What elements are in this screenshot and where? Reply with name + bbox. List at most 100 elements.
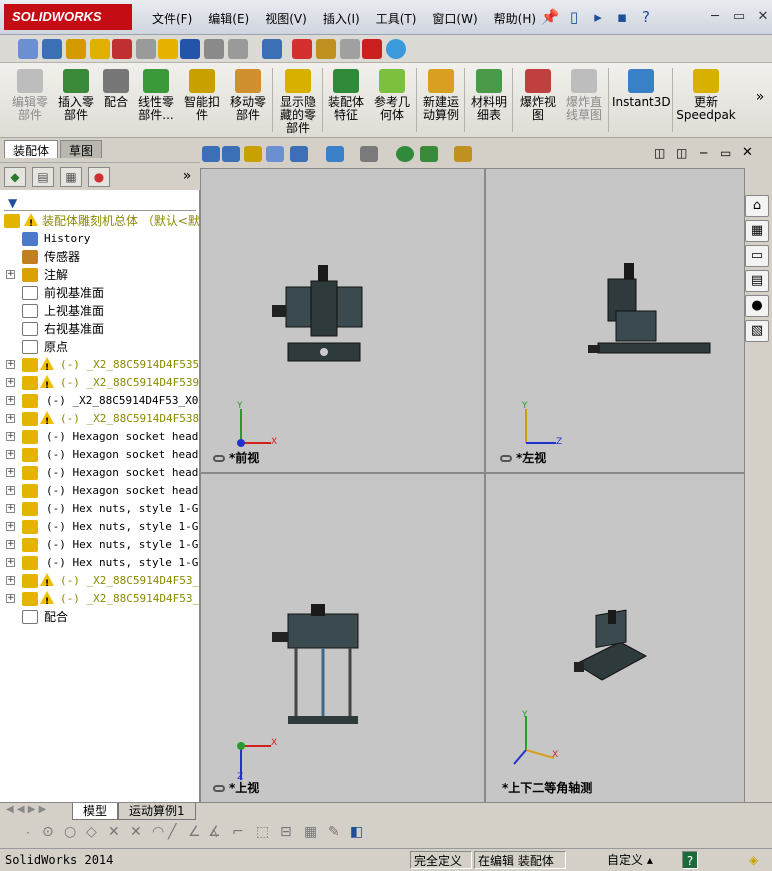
tree-node[interactable]: 传感器 — [0, 248, 199, 266]
tree-node[interactable]: + (-) _X2_88C5914D4F53_X0_Mo — [0, 392, 199, 410]
tab-sketch[interactable]: 草图 — [60, 140, 103, 158]
tree-node[interactable]: 配合 — [0, 608, 199, 626]
sum-icon[interactable] — [180, 39, 200, 59]
polygon-icon[interactable]: ◇ — [86, 824, 97, 840]
ok-icon[interactable] — [340, 39, 360, 59]
point-icon[interactable]: · — [26, 826, 30, 840]
viewport-isometric[interactable]: Y X *上下二等角轴测 — [485, 473, 745, 803]
expand-icon[interactable]: + — [6, 576, 15, 585]
measure-icon[interactable] — [42, 39, 62, 59]
tree-node[interactable]: + (-) Hexagon socket head ca — [0, 482, 199, 500]
dimension-icon[interactable]: ∠ — [188, 824, 201, 840]
check-icon[interactable] — [136, 39, 156, 59]
tree-node[interactable]: + (-) Hex nuts, style 1-Grad — [0, 518, 199, 536]
menu-view[interactable]: 视图(V) — [257, 8, 315, 29]
property-manager-icon[interactable]: ▤ — [32, 167, 54, 187]
x-icon[interactable]: ✕ — [130, 824, 142, 840]
tree-node[interactable]: + 注解 — [0, 266, 199, 284]
exploded-view-button[interactable]: 爆炸视图 — [516, 69, 560, 122]
expand-icon[interactable]: + — [6, 432, 15, 441]
assembly-features-button[interactable]: 装配体特征 — [326, 69, 366, 122]
hole-alignment-icon[interactable] — [262, 39, 282, 59]
more-commands-button[interactable]: » — [752, 90, 768, 104]
tree-node[interactable]: + (-) _X2_88C5914D4F539F9 — [0, 374, 199, 395]
tab-scroll-arrows[interactable]: ◀ ◀ ▶ ▶ — [6, 804, 46, 815]
expand-icon[interactable]: + — [6, 522, 15, 531]
linear-pattern-button[interactable]: 线性零部件... — [134, 69, 178, 122]
sketch-icon[interactable]: ◧ — [350, 824, 363, 840]
move-component-button[interactable]: 移动零部件 — [226, 69, 270, 122]
status-units-dropdown[interactable]: 自定义 ▴ — [604, 851, 672, 869]
bill-of-materials-button[interactable]: 材料明细表 — [468, 69, 510, 122]
menu-insert[interactable]: 插入(I) — [315, 8, 368, 29]
restore-icon[interactable]: ▭ — [730, 8, 748, 26]
configuration-manager-icon[interactable]: ▦ — [60, 167, 82, 187]
expand-icon[interactable]: + — [6, 396, 15, 405]
update-speedpak-button[interactable]: 更新Speedpak — [676, 69, 736, 122]
center-circle-icon[interactable]: ○ — [64, 824, 76, 840]
circle-icon[interactable]: ⊙ — [42, 824, 54, 840]
help-icon[interactable]: ? — [636, 7, 656, 27]
reference-geometry-button[interactable]: 参考几何体 — [370, 69, 414, 122]
tree-node[interactable]: + (-) Hex nuts, style 1-Grad — [0, 500, 199, 518]
expand-icon[interactable]: + — [6, 414, 15, 423]
arc-icon[interactable]: ◠ — [152, 824, 164, 840]
interference-icon[interactable] — [204, 39, 224, 59]
tree-node[interactable]: + (-) _X2_88C5914D4F53_X0 — [0, 590, 199, 611]
open-folder-icon[interactable]: ▸ — [588, 7, 608, 27]
expand-icon[interactable]: + — [6, 540, 15, 549]
menu-file[interactable]: 文件(F) — [144, 8, 200, 29]
tree-node[interactable]: 上视基准面 — [0, 302, 199, 320]
performance-icon[interactable] — [112, 39, 132, 59]
trim-icon[interactable]: ✕ — [108, 824, 120, 840]
tree-node[interactable]: + (-) _X2_88C5914D4F53_X0 — [0, 572, 199, 593]
save-icon[interactable]: ▪ — [612, 7, 632, 27]
menu-edit[interactable]: 编辑(E) — [200, 8, 257, 29]
insert-component-button[interactable]: 插入零部件 — [54, 69, 98, 122]
tree-node[interactable]: + (-) Hex nuts, style 1-Grad — [0, 536, 199, 554]
spelling-icon[interactable] — [18, 39, 38, 59]
custom-properties-icon[interactable]: ▧ — [745, 320, 769, 342]
tab-model[interactable]: 模型 — [72, 803, 119, 820]
angle-icon[interactable]: ∡ — [208, 824, 221, 840]
tree-node[interactable]: + (-) Hexagon socket head ca — [0, 464, 199, 482]
tree-node[interactable]: + (-) Hexagon socket head ca — [0, 446, 199, 464]
menu-tools[interactable]: 工具(T) — [368, 8, 425, 29]
new-motion-study-button[interactable]: 新建运动算例 — [420, 69, 462, 122]
tree-node[interactable]: + (-) _X2_88C5914D4F538FD — [0, 410, 199, 431]
close-icon[interactable]: ✕ — [754, 8, 772, 26]
menu-window[interactable]: 窗口(W) — [424, 8, 485, 29]
view-palette-icon[interactable]: ▤ — [745, 270, 769, 292]
tag-icon[interactable]: ◈ — [746, 851, 766, 869]
viewport-left[interactable]: Y Z *左视 — [485, 168, 745, 473]
mate-button[interactable]: 配合 — [100, 69, 132, 109]
corner-icon[interactable]: ⌐ — [232, 824, 244, 840]
line-icon[interactable]: ╱ — [168, 824, 176, 840]
grid-icon[interactable]: ▦ — [304, 824, 317, 840]
expand-icon[interactable]: + — [6, 360, 15, 369]
minimize-icon[interactable]: ─ — [706, 8, 724, 26]
tree-root[interactable]: 装配体雕刻机总体 （默认<默认 — [0, 212, 199, 233]
viewport-front[interactable]: Y X *前视 — [200, 168, 485, 473]
tree-node[interactable]: + (-) Hexagon socket head ca — [0, 428, 199, 446]
mass-properties-icon[interactable] — [66, 39, 86, 59]
new-document-icon[interactable]: ▯ — [564, 7, 584, 27]
viewport-top[interactable]: X Z *上视 — [200, 473, 485, 803]
section-properties-icon[interactable] — [90, 39, 110, 59]
solidworks-logo[interactable]: SOLIDWORKS — [4, 4, 132, 30]
instant3d-button[interactable]: Instant3D — [612, 69, 671, 109]
motion-icon[interactable] — [292, 39, 312, 59]
checkbox-icon[interactable] — [158, 39, 178, 59]
stop-icon[interactable] — [362, 39, 382, 59]
feature-manager-icon[interactable]: ◆ — [4, 167, 26, 187]
expand-icon[interactable]: + — [6, 378, 15, 387]
color-wheel-icon[interactable] — [386, 39, 406, 59]
appearances-icon[interactable]: ● — [745, 295, 769, 317]
tree-node[interactable]: + (-) _X2_88C5914D4F535E9 — [0, 356, 199, 377]
expand-icon[interactable]: + — [6, 594, 15, 603]
help-icon[interactable]: ? — [682, 851, 698, 869]
expand-icon[interactable]: + — [6, 504, 15, 513]
expand-icon[interactable]: + — [6, 486, 15, 495]
expand-icon[interactable]: + — [6, 468, 15, 477]
edit-component-button[interactable]: 编辑零部件 — [8, 69, 52, 122]
